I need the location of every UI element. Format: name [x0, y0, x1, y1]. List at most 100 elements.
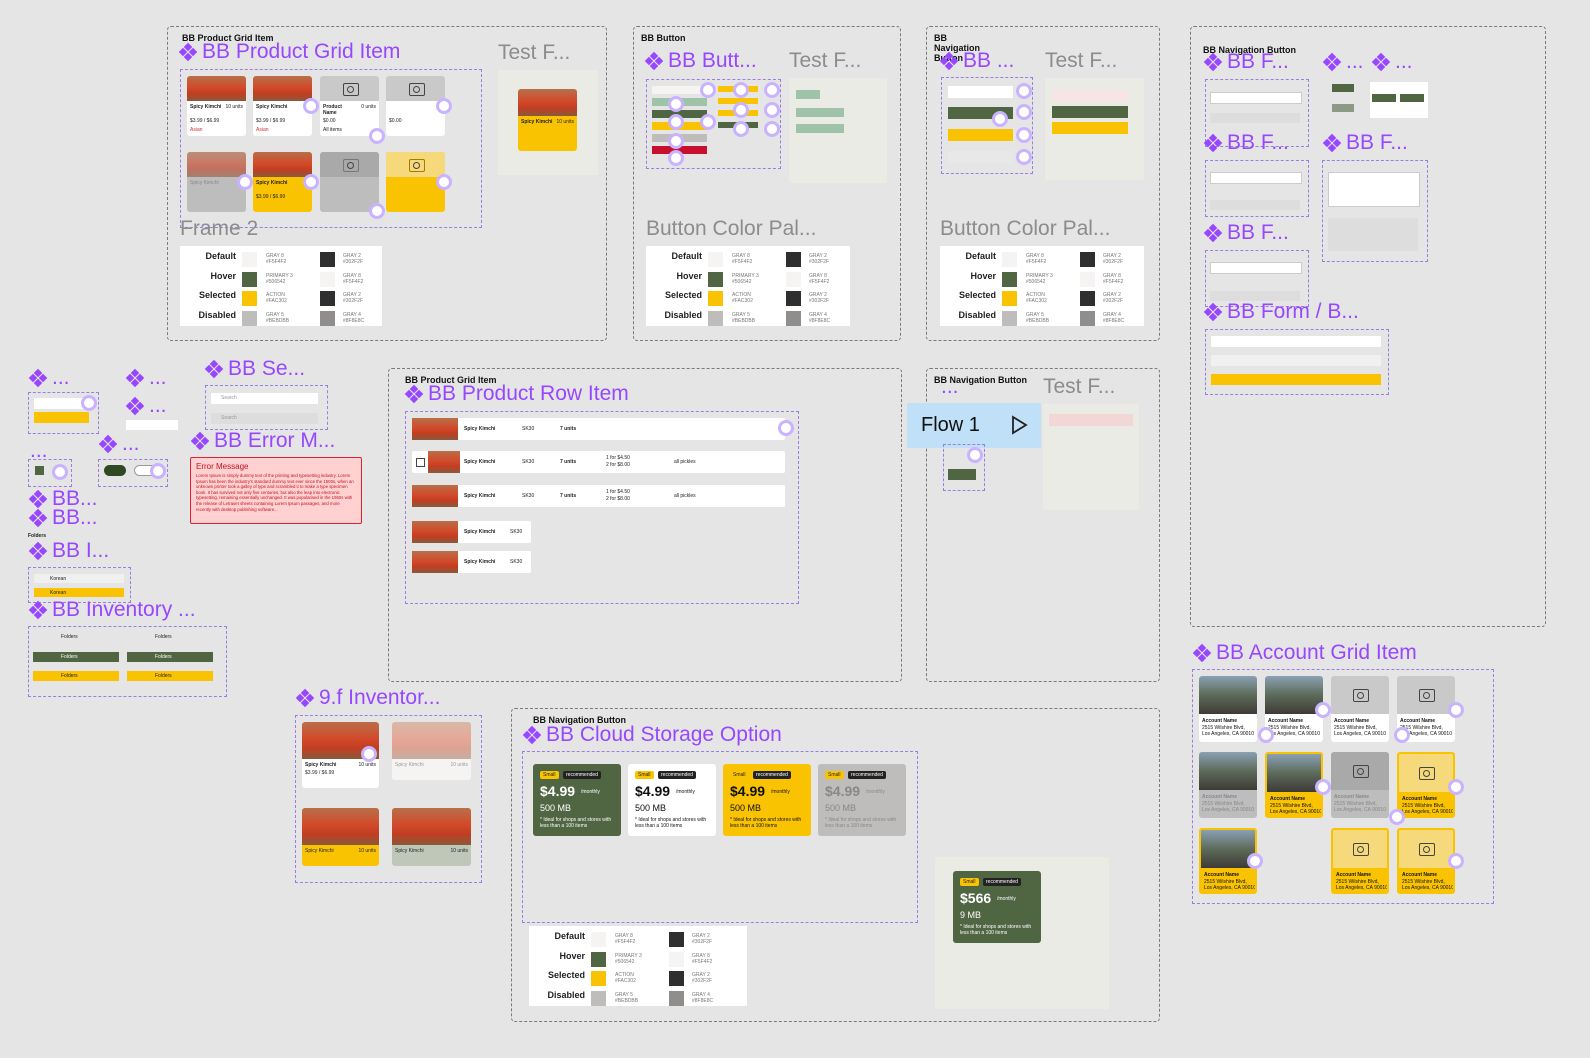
form-textarea-disabled[interactable] [1328, 218, 1418, 251]
tab-bar[interactable] [1049, 414, 1133, 426]
account-card[interactable]: Account Name 2515 Wilshire Blvd, Los Ange… [1331, 752, 1389, 818]
test-frame[interactable] [1045, 78, 1144, 180]
account-card[interactable]: Account Name 2515 Wilshire Blvd, Los Ange… [1199, 752, 1257, 818]
prototype-node[interactable] [967, 447, 983, 463]
flow-starting-point[interactable]: Flow 1 [907, 403, 1041, 448]
inventory-card-selected[interactable]: Spicy Kimchi 10 units [302, 808, 379, 866]
form-input[interactable] [1210, 92, 1302, 104]
test-frame[interactable] [789, 78, 887, 183]
cloud-option-card[interactable]: Small recommended $4.99/monthly 500 MB * Ide… [723, 764, 811, 836]
component-title[interactable]: ... [1322, 50, 1364, 74]
search-input-disabled[interactable]: Search [211, 413, 318, 424]
prototype-node[interactable] [1016, 83, 1032, 99]
account-card[interactable]: Account Name 2515 Wilshire Blvd, Los Ange… [1199, 676, 1257, 742]
form-select-disabled[interactable] [1210, 200, 1300, 210]
component-title[interactable]: BB Error M... [190, 429, 335, 453]
folder-item-selected[interactable]: Folders [127, 671, 213, 681]
component-title[interactable]: BB Butt... [644, 49, 757, 73]
component-title[interactable]: ... [28, 366, 70, 390]
address-row-selected[interactable] [1211, 374, 1381, 385]
test-frame[interactable] [1043, 404, 1139, 510]
form-select[interactable] [1210, 172, 1302, 184]
prototype-node[interactable] [1247, 853, 1263, 869]
component-title[interactable]: BB F... [1203, 50, 1289, 74]
checkbox[interactable] [35, 466, 44, 475]
prototype-node[interactable] [1016, 104, 1032, 120]
component-title[interactable]: BB Form / B... [1203, 300, 1359, 324]
product-card[interactable]: Spicy Kimchi 10 units $3.99 / $6.99 Asia… [187, 76, 246, 136]
account-card[interactable]: Account Name 2515 Wilshire Blvd, Los Ange… [1397, 752, 1455, 818]
list-view-item[interactable] [1052, 106, 1128, 118]
list-view-item[interactable] [1052, 122, 1128, 134]
add-chip[interactable] [1400, 94, 1424, 102]
prototype-node[interactable] [778, 420, 794, 436]
prototype-node[interactable] [436, 98, 452, 114]
inventory-card-disabled[interactable]: Spicy Kimchi 10 units [392, 722, 471, 780]
prototype-node[interactable] [303, 174, 319, 190]
component-title[interactable]: ... [98, 432, 140, 456]
search-input[interactable]: Search [211, 393, 318, 404]
account-card[interactable]: Account Name 2515 Wilshire Blvd, Los Ange… [1397, 828, 1455, 894]
add-chip[interactable] [1332, 104, 1354, 112]
component-title[interactable]: BB Product Grid Item [178, 40, 400, 64]
nav-button-default[interactable] [948, 86, 1013, 98]
form-input-disabled[interactable] [1210, 113, 1300, 123]
prototype-node[interactable] [992, 111, 1008, 127]
prototype-node[interactable] [1448, 702, 1464, 718]
list-view-item[interactable] [1052, 90, 1128, 102]
edit-checkbox[interactable] [126, 420, 178, 430]
component-title[interactable]: 9.f Inventor... [295, 686, 440, 710]
folder-item[interactable]: Folders [33, 632, 119, 642]
component-title[interactable]: BB F... [1203, 221, 1289, 245]
prototype-node[interactable] [369, 203, 385, 219]
prototype-node[interactable] [764, 82, 780, 98]
prototype-node[interactable] [733, 121, 749, 137]
address-row[interactable] [1211, 336, 1381, 347]
prototype-node[interactable] [361, 746, 377, 762]
component-title[interactable]: BB F... [1203, 131, 1289, 155]
toggle-on[interactable] [104, 465, 126, 476]
component-title[interactable]: BB Product Row Item [404, 382, 629, 406]
cloud-option-card[interactable]: Small recommended $4.99/monthly 500 MB * Ide… [818, 764, 906, 836]
prototype-node[interactable] [700, 114, 716, 130]
cloud-option-test[interactable]: Small recommended $566 /monthly 9 MB * I… [953, 871, 1041, 943]
prototype-node[interactable] [369, 128, 385, 144]
test-button[interactable] [796, 108, 844, 117]
prototype-node[interactable] [668, 133, 684, 149]
component-title[interactable]: ... [125, 366, 167, 390]
address-row[interactable] [1211, 355, 1381, 366]
test-button[interactable] [796, 90, 820, 99]
folder-item-selected[interactable]: Folders [33, 671, 119, 681]
product-row[interactable]: Spicy Kimchi SK30 7 units 1 for $4.50 2 … [412, 451, 785, 473]
prototype-node[interactable] [668, 150, 684, 166]
component-title[interactable]: BB Inventory ... [28, 598, 196, 622]
component-title[interactable]: BB F... [1322, 131, 1408, 155]
prototype-node[interactable] [150, 463, 166, 479]
tag-item[interactable]: Korean [34, 574, 124, 583]
test-frame[interactable]: Spicy Kimchi 10 units [498, 70, 598, 175]
nav-button-disabled[interactable] [948, 151, 1013, 163]
prototype-node[interactable] [733, 102, 749, 118]
prototype-node[interactable] [700, 82, 716, 98]
folder-item[interactable]: Folders [127, 632, 213, 642]
component-title[interactable]: ... [1371, 50, 1413, 74]
prototype-node[interactable] [668, 96, 684, 112]
prototype-node[interactable] [237, 174, 253, 190]
component-title[interactable]: BB Account Grid Item [1192, 641, 1417, 665]
tab-item-selected[interactable] [948, 469, 976, 480]
product-row-compact-selected[interactable]: Spicy Kimchi SK30 [412, 551, 531, 573]
prototype-node[interactable] [764, 102, 780, 118]
component-title[interactable]: BB ... [939, 49, 1014, 73]
prototype-node[interactable] [1315, 702, 1331, 718]
edit-button-selected[interactable] [34, 412, 89, 423]
prototype-node[interactable] [1389, 809, 1405, 825]
add-chip[interactable] [1372, 94, 1396, 102]
prototype-node[interactable] [52, 464, 68, 480]
product-card-placeholder[interactable]: Product Name 0 units $0.00 All items [320, 76, 379, 136]
nav-button-selected[interactable] [948, 129, 1013, 141]
prototype-node[interactable] [1448, 853, 1464, 869]
component-title[interactable]: ... [125, 394, 167, 418]
add-chip[interactable] [1332, 84, 1354, 92]
button-variant[interactable] [652, 86, 707, 94]
folder-item-hover[interactable]: Folders [127, 652, 213, 662]
